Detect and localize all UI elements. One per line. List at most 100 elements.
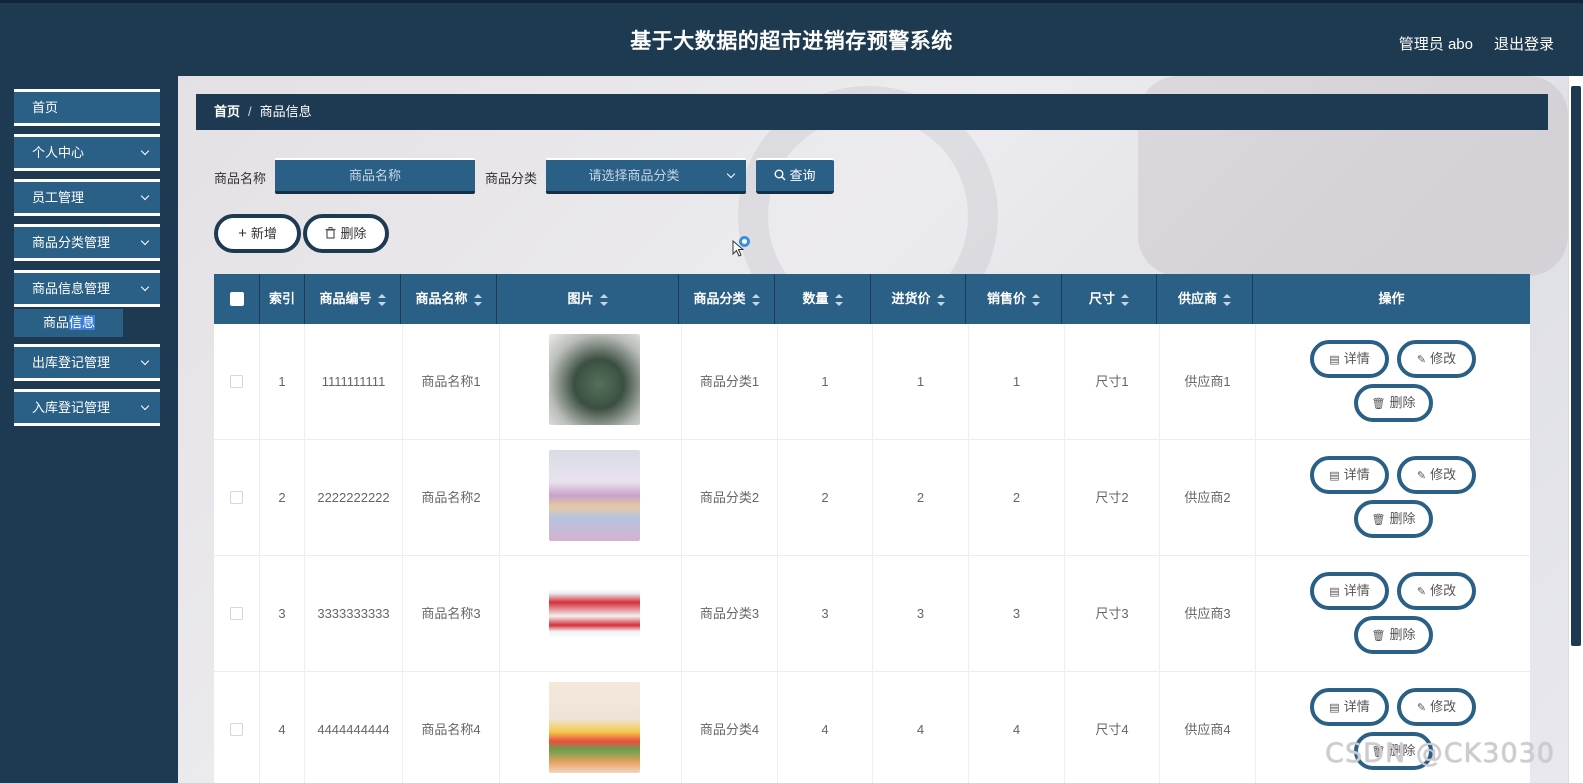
logout-link[interactable]: 退出登录 xyxy=(1494,33,1554,54)
watermark: CSDN @CK3030 xyxy=(1325,738,1555,769)
detail-button[interactable]: ▤ 详情 xyxy=(1310,688,1389,726)
sidebar-item-inbound[interactable]: 入库登记管理 xyxy=(14,389,160,426)
sidebar-item-category-mgmt[interactable]: 商品分类管理 xyxy=(14,224,160,261)
row-checkbox[interactable] xyxy=(230,375,243,388)
delete-button[interactable]: 🗑 删除 xyxy=(1354,384,1433,422)
cell-name: 商品名称1 xyxy=(403,324,500,440)
table-row: 3 3333333333 商品名称3 商品分类3 3 3 3 尺寸3 供应商3 … xyxy=(214,556,1530,672)
mouse-cursor-icon xyxy=(732,240,744,257)
name-search-label: 商品名称 xyxy=(214,171,267,186)
delete-button[interactable]: 🗑 删除 xyxy=(1354,616,1433,654)
scrollbar-thumb[interactable] xyxy=(1571,86,1581,646)
sort-icon[interactable] xyxy=(1121,293,1129,306)
sort-icon[interactable] xyxy=(751,293,760,306)
cell-code: 2222222222 xyxy=(305,440,403,556)
header-supplier[interactable]: 供应商 xyxy=(1157,274,1253,324)
row-select-cell xyxy=(214,324,260,440)
page-scrollbar[interactable] xyxy=(1568,76,1583,783)
category-select-placeholder: 请选择商品分类 xyxy=(588,168,680,183)
cell-index: 1 xyxy=(260,324,305,440)
chevron-down-icon xyxy=(140,401,150,411)
row-checkbox[interactable] xyxy=(230,491,243,504)
breadcrumb: 首页 / 商品信息 xyxy=(196,94,1548,130)
sidebar-item-label: 商品信息管理 xyxy=(32,281,111,296)
detail-button[interactable]: ▤ 详情 xyxy=(1310,340,1389,378)
edit-button[interactable]: ✎ 修改 xyxy=(1397,688,1476,726)
chevron-down-icon xyxy=(140,236,150,246)
select-all-checkbox[interactable] xyxy=(230,292,244,306)
cell-supplier: 供应商2 xyxy=(1160,440,1256,556)
submenu-label-b: 信息 xyxy=(69,315,96,330)
sidebar-item-outbound[interactable]: 出库登记管理 xyxy=(14,344,160,381)
header-price[interactable]: 销售价 xyxy=(966,274,1062,324)
sort-icon[interactable] xyxy=(834,293,843,306)
cell-supplier: 供应商1 xyxy=(1160,324,1256,440)
edit-button[interactable]: ✎ 修改 xyxy=(1397,572,1476,610)
sort-icon[interactable] xyxy=(377,293,386,306)
add-button[interactable]: + 新增 xyxy=(214,214,301,253)
table-header: 索引 商品编号 商品名称 图片 商品分类 数量 进货价 销售价 尺寸 供应商 操… xyxy=(214,274,1530,324)
cell-price: 3 xyxy=(969,556,1065,672)
detail-button[interactable]: ▤ 详情 xyxy=(1310,456,1389,494)
cell-category: 商品分类3 xyxy=(682,556,778,672)
sidebar-item-product-mgmt[interactable]: 商品信息管理 xyxy=(14,270,160,307)
cell-cost: 4 xyxy=(873,672,969,783)
row-select-cell xyxy=(214,556,260,672)
sidebar-item-home[interactable]: 首页 xyxy=(14,89,160,126)
cell-code: 4444444444 xyxy=(305,672,403,783)
sort-icon[interactable] xyxy=(936,293,945,306)
breadcrumb-separator: / xyxy=(248,104,252,119)
header-select-all[interactable] xyxy=(214,274,260,324)
app-header: 基于大数据的超市进销存预警系统 管理员 abo 退出登录 xyxy=(0,0,1583,76)
query-button[interactable]: 查询 xyxy=(756,158,834,194)
product-name-input[interactable]: 商品名称 xyxy=(275,158,475,194)
product-image xyxy=(549,334,640,425)
cell-size: 尺寸4 xyxy=(1065,672,1160,783)
edit-button[interactable]: ✎ 修改 xyxy=(1397,456,1476,494)
batch-delete-button[interactable]: 删除 xyxy=(303,214,389,253)
delete-button[interactable]: 🗑 删除 xyxy=(1354,500,1433,538)
chevron-down-icon xyxy=(140,356,150,366)
sort-icon[interactable] xyxy=(599,293,608,306)
table-row: 2 2222222222 商品名称2 商品分类2 2 2 2 尺寸2 供应商2 … xyxy=(214,440,1530,556)
header-code[interactable]: 商品编号 xyxy=(305,274,401,324)
plus-icon: + xyxy=(238,225,247,242)
document-icon: ▤ xyxy=(1329,354,1340,366)
sidebar-item-label: 出库登记管理 xyxy=(32,355,111,370)
row-checkbox[interactable] xyxy=(230,607,243,620)
breadcrumb-home[interactable]: 首页 xyxy=(214,104,240,119)
cell-size: 尺寸1 xyxy=(1065,324,1160,440)
cell-image xyxy=(500,672,682,783)
cell-category: 商品分类1 xyxy=(682,324,778,440)
search-icon xyxy=(774,169,786,181)
cell-actions: ▤ 详情 ✎ 修改 🗑 删除 xyxy=(1256,324,1530,440)
header-cost[interactable]: 进货价 xyxy=(871,274,966,324)
header-image[interactable]: 图片 xyxy=(497,274,679,324)
edit-button[interactable]: ✎ 修改 xyxy=(1397,340,1476,378)
sort-icon[interactable] xyxy=(473,293,482,306)
main-content: 首页 / 商品信息 商品名称 商品名称 商品分类 请选择商品分类 查询 + 新增 删除… xyxy=(178,76,1568,783)
detail-button[interactable]: ▤ 详情 xyxy=(1310,572,1389,610)
chevron-down-icon xyxy=(140,282,150,292)
trash-icon xyxy=(325,227,336,239)
category-select[interactable]: 请选择商品分类 xyxy=(546,158,746,194)
header-quantity[interactable]: 数量 xyxy=(775,274,871,324)
cell-image xyxy=(500,440,682,556)
row-select-cell xyxy=(214,672,260,783)
sidebar-item-profile[interactable]: 个人中心 xyxy=(14,134,160,171)
header-category[interactable]: 商品分类 xyxy=(679,274,775,324)
sort-icon[interactable] xyxy=(1032,293,1040,306)
sidebar-item-staff[interactable]: 员工管理 xyxy=(14,179,160,216)
cell-supplier: 供应商3 xyxy=(1160,556,1256,672)
cell-quantity: 4 xyxy=(778,672,873,783)
row-select-cell xyxy=(214,440,260,556)
header-name[interactable]: 商品名称 xyxy=(401,274,497,324)
header-size[interactable]: 尺寸 xyxy=(1062,274,1157,324)
sidebar-subitem-product-info[interactable]: 商品信息 xyxy=(14,309,123,337)
submenu-label-a: 商品 xyxy=(43,315,70,330)
row-checkbox[interactable] xyxy=(230,723,243,736)
breadcrumb-current: 商品信息 xyxy=(259,104,312,119)
sort-icon[interactable] xyxy=(1223,293,1231,306)
app-title: 基于大数据的超市进销存预警系统 xyxy=(630,30,953,53)
cell-quantity: 1 xyxy=(778,324,873,440)
